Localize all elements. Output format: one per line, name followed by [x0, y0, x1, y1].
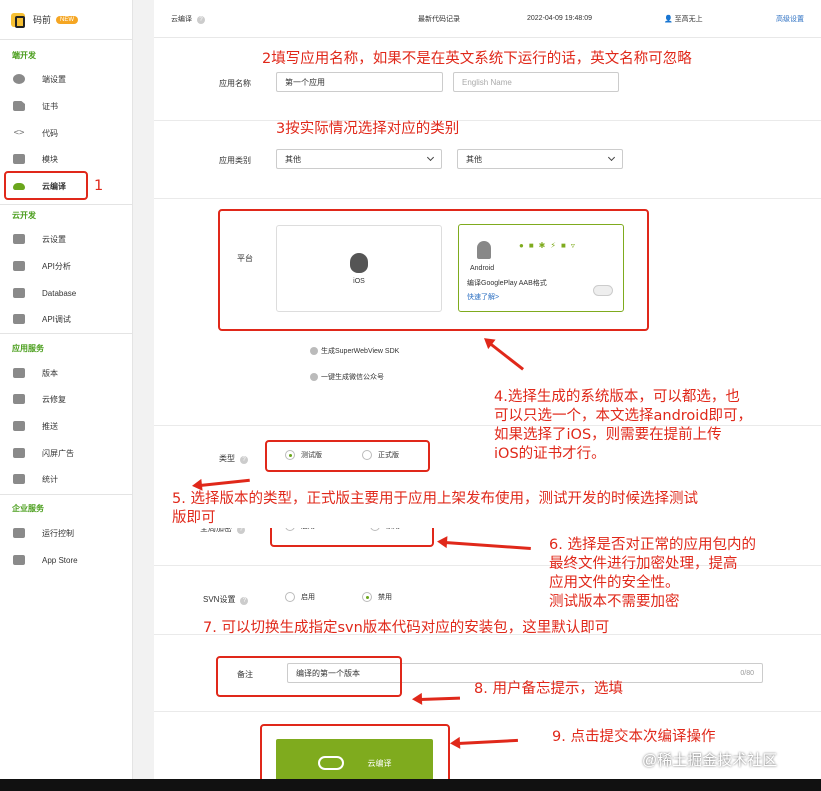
annotation-7: 7. 可以切换生成指定svn版本代码对应的安装包，这里默认即可	[203, 620, 610, 636]
sidebar-item-api-analysis[interactable]: API分析	[0, 255, 132, 277]
control-icon	[13, 528, 25, 538]
annotation-box-submit	[260, 724, 450, 787]
svn-off-radio[interactable]: 禁用	[362, 592, 392, 602]
sidebar: 码前 NEW 端开发 端设置 证书 <> 代码 模块 云编译 云开发 云设置 AP…	[0, 0, 133, 779]
annotation-6: 6. 选择是否对正常的应用包内的 最终文件进行加密处理，提高 应用文件的安全性。…	[549, 537, 756, 610]
svn-on-radio[interactable]: 启用	[285, 592, 315, 602]
code-icon: <>	[13, 128, 25, 138]
page-title: 云编译?	[171, 14, 205, 24]
debug-icon	[13, 314, 25, 324]
section-title-cloud: 云开发	[12, 211, 36, 220]
app-logo-icon	[11, 12, 25, 28]
app-name: 码前	[33, 15, 52, 25]
chevron-down-icon	[607, 153, 616, 162]
annotation-3: 3按实际情况选择对应的类别	[276, 121, 460, 137]
radio-checked-icon	[362, 592, 372, 602]
annotation-box-1	[4, 171, 88, 200]
database-icon	[13, 288, 25, 298]
advanced-settings-link[interactable]: 高级设置	[776, 14, 804, 24]
sidebar-item-settings[interactable]: 端设置	[0, 68, 132, 90]
chevron-down-icon	[426, 153, 435, 162]
app-type-label: 应用类别	[219, 156, 251, 165]
annotation-5: 5. 选择版本的类型，正式版主要用于应用上架发布使用，测试开发的时候选择测试 版…	[172, 490, 821, 528]
sidebar-item-splash-ad[interactable]: 闪屏广告	[0, 442, 132, 464]
bar-chart-icon	[13, 474, 25, 484]
app-type-select-2[interactable]: 其他	[457, 149, 623, 169]
sidebar-item-hotfix[interactable]: 云修复	[0, 388, 132, 410]
wrench-icon	[13, 394, 25, 404]
app-type-select-1[interactable]: 其他	[276, 149, 442, 169]
svn-label: SVN设置?	[203, 594, 249, 605]
bottom-strip	[0, 779, 821, 791]
app-english-name-input[interactable]: English Name	[453, 72, 619, 92]
latest-code-date: 2022-04-09 19:48:09	[527, 15, 592, 22]
sidebar-item-app-store[interactable]: App Store	[0, 549, 132, 571]
sidebar-item-runtime-control[interactable]: 运行控制	[0, 522, 132, 544]
section-title-services: 应用服务	[12, 344, 44, 353]
annotation-8: 8. 用户备忘提示，选填	[474, 681, 623, 697]
sidebar-item-api-debug[interactable]: API调试	[0, 308, 132, 330]
push-icon	[13, 421, 25, 431]
help-icon[interactable]: ?	[197, 15, 205, 24]
sliders-icon	[13, 234, 25, 244]
watermark: @稀土掘金技术社区	[642, 752, 778, 769]
annotation-9: 9. 点击提交本次编译操作	[552, 729, 716, 745]
wechat-option[interactable]: 一键生成微信公众号	[310, 372, 384, 382]
annotation-4: 4.选择生成的系统版本，可以都选，也 可以只选一个，本文选择android即可，…	[494, 389, 753, 462]
help-icon	[310, 347, 318, 355]
sidebar-item-code[interactable]: <> 代码	[0, 122, 132, 144]
super-sdk-option[interactable]: 生成SuperWebView SDK	[310, 346, 399, 356]
radio-icon	[285, 592, 295, 602]
remark-char-count: 0/80	[740, 669, 754, 677]
app-name-input[interactable]: 第一个应用	[276, 72, 443, 92]
help-icon[interactable]: ?	[240, 456, 248, 464]
sidebar-item-modules[interactable]: 模块	[0, 148, 132, 170]
app-name-label: 应用名称	[219, 79, 251, 88]
chart-icon	[13, 261, 25, 271]
build-type-label: 类型?	[219, 453, 248, 464]
ad-icon	[13, 448, 25, 458]
top-bar: 云编译? 最新代码记录 2022-04-09 19:48:09 👤 至高无上 高…	[154, 0, 821, 38]
help-icon[interactable]: ?	[240, 597, 249, 605]
puzzle-icon	[13, 154, 25, 164]
certificate-icon	[13, 101, 25, 111]
annotation-1: 1	[94, 178, 104, 194]
sidebar-item-cert[interactable]: 证书	[0, 95, 132, 117]
user-name: 👤 至高无上	[664, 15, 703, 23]
app-logo[interactable]: 码前 NEW	[0, 0, 132, 40]
section-title-enterprise: 企业服务	[12, 504, 44, 513]
store-icon	[13, 555, 25, 565]
new-badge: NEW	[56, 15, 79, 24]
sidebar-item-database[interactable]: Database	[0, 282, 132, 304]
sidebar-item-version[interactable]: 版本	[0, 362, 132, 384]
rocket-icon	[13, 368, 25, 378]
sidebar-item-push[interactable]: 推送	[0, 415, 132, 437]
annotation-box-platform	[218, 209, 649, 331]
section-title-dev: 端开发	[12, 51, 36, 60]
sidebar-item-stats[interactable]: 统计	[0, 468, 132, 490]
annotation-2: 2填写应用名称，如果不是在英文系统下运行的话，英文名称可忽略	[262, 51, 692, 67]
latest-code-label[interactable]: 最新代码记录	[418, 14, 460, 24]
gear-icon	[13, 74, 25, 84]
annotation-box-type	[265, 440, 430, 472]
sidebar-item-cloud-settings[interactable]: 云设置	[0, 228, 132, 250]
annotation-box-remark	[216, 656, 402, 697]
help-icon	[310, 373, 318, 381]
